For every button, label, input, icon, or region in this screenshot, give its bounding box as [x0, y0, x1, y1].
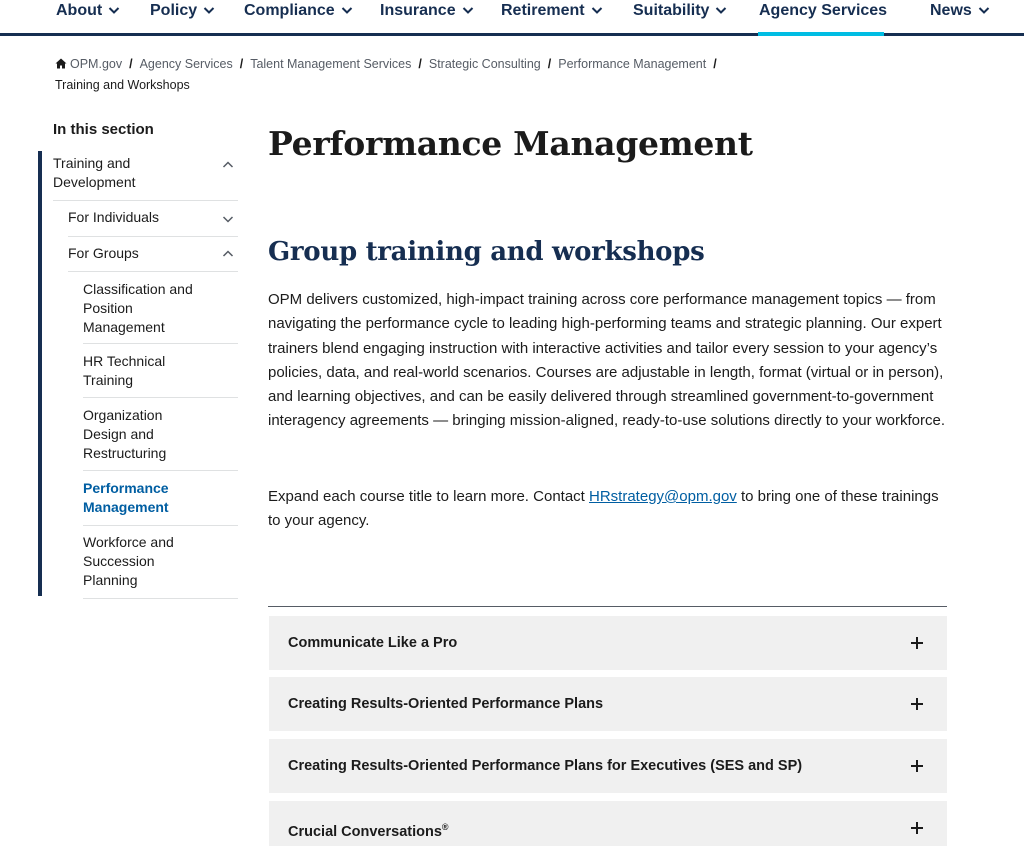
plus-icon — [911, 698, 923, 710]
nav-retirement[interactable]: Retirement — [501, 0, 603, 33]
accordion-button-results-oriented-plans-executives[interactable]: Creating Results-Oriented Performance Pl… — [269, 739, 947, 793]
plus-icon — [911, 822, 923, 834]
breadcrumb-link-agency-services[interactable]: Agency Services — [140, 57, 233, 71]
accordion-top-rule — [268, 606, 947, 607]
breadcrumb-link-opm[interactable]: OPM.gov — [70, 57, 122, 71]
sidenav-item-label: For Individuals — [68, 209, 160, 225]
chevron-down-icon — [108, 7, 120, 14]
breadcrumb-link-strategic-consulting[interactable]: Strategic Consulting — [429, 57, 541, 71]
home-icon — [55, 58, 67, 69]
nav-agency-services[interactable]: Agency Services — [758, 0, 888, 36]
breadcrumb-current: Training and Workshops — [55, 78, 190, 92]
breadcrumb-separator: / — [239, 57, 244, 71]
sidenav-item-for-individuals[interactable]: For Individuals — [68, 201, 238, 237]
chevron-down-icon — [462, 7, 473, 14]
breadcrumb-separator: / — [547, 57, 552, 71]
sidenav-item-label: For Groups — [68, 245, 139, 261]
primary-nav: About Policy Compliance Insurance Retire… — [0, 0, 1024, 36]
accordion-button-crucial-conversations[interactable]: Crucial Conversations® — [269, 801, 947, 846]
nav-label: About — [56, 2, 103, 19]
sidenav-item-training-and-development[interactable]: Training and Development — [53, 151, 238, 201]
accordion-title: Crucial Conversations® — [288, 801, 449, 846]
sidenav-item-label: Organization Design and Restructuring — [83, 407, 167, 461]
accordion-button-communicate-like-a-pro[interactable]: Communicate Like a Pro — [269, 616, 947, 670]
sidenav-item-label: Training and Development — [53, 155, 136, 190]
nav-insurance[interactable]: Insurance — [380, 0, 474, 33]
sidenav-item-classification[interactable]: Classification and Position Management — [83, 272, 238, 344]
nav-about[interactable]: About — [56, 0, 120, 33]
sidenav-heading: In this section — [53, 121, 154, 138]
breadcrumb: OPM.gov / Agency Services / Talent Managemen… — [55, 54, 815, 96]
page-title: Performance Management — [268, 124, 753, 163]
nav-label: Policy — [150, 2, 198, 19]
breadcrumb-separator: / — [418, 57, 422, 71]
chevron-down-icon — [222, 216, 234, 223]
nav-label: Agency Services — [759, 2, 888, 19]
plus-icon — [911, 760, 923, 772]
accordion-title: Communicate Like a Pro — [288, 635, 458, 651]
breadcrumb-separator: / — [129, 57, 133, 71]
contact-email-link[interactable]: HRstrategy@opm.gov — [589, 488, 737, 505]
plus-icon — [911, 637, 923, 649]
sidenav-item-workforce-succession[interactable]: Workforce and Succession Planning — [83, 526, 238, 599]
accordion-title: Creating Results-Oriented Performance Pl… — [288, 758, 803, 774]
sidenav-item-label: HR Technical Training — [83, 353, 166, 388]
chevron-down-icon — [978, 7, 990, 14]
sidenav-item-label: Performance Management — [83, 480, 169, 515]
nav-label: Suitability — [633, 2, 710, 19]
chevron-down-icon — [591, 7, 602, 14]
contact-paragraph: Expand each course title to learn more. … — [268, 485, 948, 534]
contact-text: Expand each course title to learn more. … — [268, 488, 590, 505]
section-title: Group training and workshops — [268, 237, 705, 267]
breadcrumb-link-performance-management[interactable]: Performance Management — [558, 57, 706, 71]
breadcrumb-link-talent-management[interactable]: Talent Management Services — [250, 57, 411, 71]
sidenav-item-organization-design[interactable]: Organization Design and Restructuring — [83, 398, 238, 471]
breadcrumb-separator: / — [713, 57, 717, 71]
nav-news[interactable]: News — [930, 0, 990, 33]
intro-paragraph: OPM delivers customized, high-impact tra… — [268, 291, 945, 430]
accordion-button-results-oriented-plans[interactable]: Creating Results-Oriented Performance Pl… — [269, 677, 947, 731]
sidenav-item-label: Workforce and Succession Planning — [83, 534, 174, 588]
sidenav-item-for-groups[interactable]: For Groups — [68, 237, 238, 272]
nav-policy[interactable]: Policy — [150, 0, 215, 33]
sidenav-item-label: Classification and Position Management — [83, 281, 193, 335]
sidenav-active-bar — [38, 151, 42, 596]
chevron-up-icon — [222, 161, 234, 168]
accordion-title-text: Crucial Conversations — [288, 823, 442, 840]
registered-mark: ® — [441, 822, 449, 832]
chevron-down-icon — [716, 7, 727, 14]
chevron-down-icon — [341, 7, 352, 14]
chevron-up-icon — [222, 250, 234, 257]
accordion-title: Creating Results-Oriented Performance Pl… — [288, 696, 604, 712]
sidenav-item-performance-management[interactable]: Performance Management — [83, 471, 238, 526]
nav-label: Insurance — [380, 2, 456, 19]
nav-label: Compliance — [244, 2, 335, 19]
nav-label: News — [930, 2, 972, 19]
nav-compliance[interactable]: Compliance — [244, 0, 353, 33]
nav-label: Retirement — [501, 2, 585, 19]
chevron-down-icon — [203, 7, 215, 14]
nav-suitability[interactable]: Suitability — [633, 0, 727, 33]
sidenav-item-hr-technical-training[interactable]: HR Technical Training — [83, 344, 238, 398]
